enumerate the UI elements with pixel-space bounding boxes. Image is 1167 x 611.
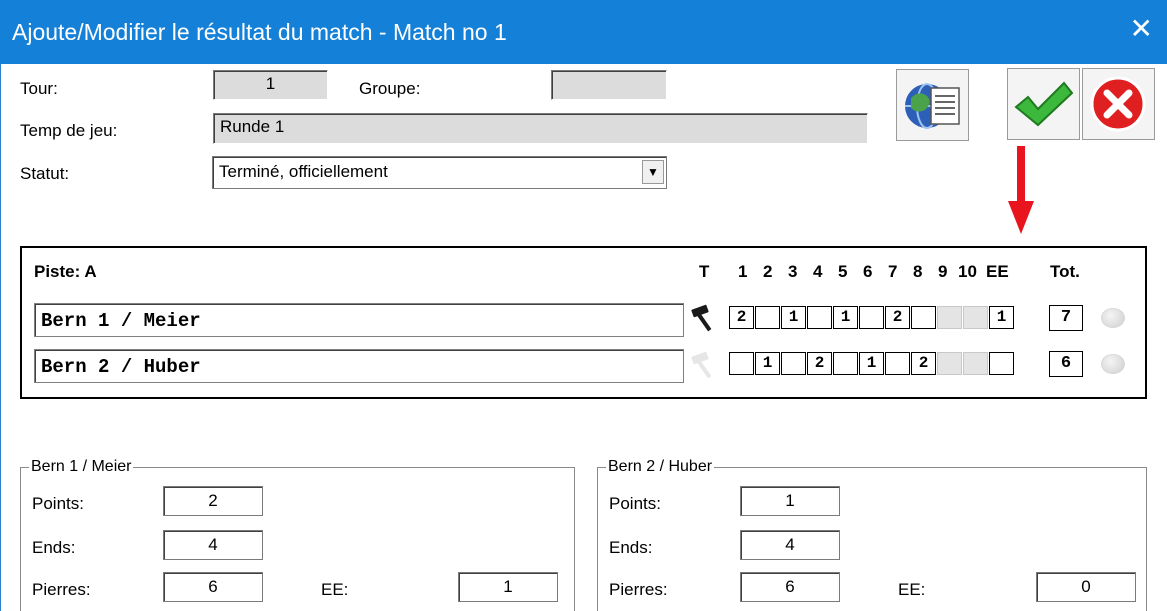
end-score-cell[interactable] <box>963 352 988 375</box>
end-header: 8 <box>913 262 923 281</box>
title-bar: Ajoute/Modifier le résultat du match - M… <box>0 0 1167 64</box>
hammer-icon[interactable] <box>690 304 716 332</box>
cancel-icon <box>1090 76 1146 132</box>
team2-ends-label: Ends: <box>609 538 653 557</box>
team1-points-field[interactable]: 2 <box>163 486 263 516</box>
team1-pierres-label: Pierres: <box>32 580 91 599</box>
end-score-cell[interactable] <box>781 352 806 375</box>
report-button[interactable] <box>896 69 969 141</box>
end-score-cell[interactable] <box>989 352 1014 375</box>
end-score-cell[interactable]: 1 <box>859 352 884 375</box>
groupe-field[interactable] <box>551 70 667 100</box>
team1-pierres-field[interactable]: 6 <box>163 572 263 602</box>
end-score-cell[interactable] <box>963 306 988 329</box>
end-score-cell[interactable]: 2 <box>807 352 832 375</box>
end-score-cell[interactable] <box>807 306 832 329</box>
team1-name-field[interactable]: Bern 1 / Meier <box>34 303 684 337</box>
end-score-cell[interactable]: 2 <box>885 306 910 329</box>
team1-ee-field[interactable]: 1 <box>458 572 558 602</box>
end-score-cell[interactable]: 1 <box>989 306 1014 329</box>
team1-legend: Bern 1 / Meier <box>31 458 132 475</box>
cancel-button[interactable] <box>1082 68 1155 140</box>
end-header: EE <box>986 262 1009 281</box>
end-header: 3 <box>788 262 798 281</box>
end-header: 5 <box>838 262 848 281</box>
globe-report-icon <box>905 83 960 129</box>
hammer-header: T <box>699 262 710 281</box>
team2-points-field[interactable]: 1 <box>740 486 840 516</box>
statut-select[interactable]: Terminé, officiellement ▼ <box>212 156 667 189</box>
team1-ee-label: EE: <box>321 580 349 599</box>
tour-field[interactable]: 1 <box>213 70 328 100</box>
total-header: Tot. <box>1050 262 1080 281</box>
end-header: 2 <box>763 262 773 281</box>
team1-ends-field[interactable]: 4 <box>163 530 263 560</box>
end-score-cell[interactable] <box>729 352 754 375</box>
end-score-cell[interactable] <box>911 306 936 329</box>
statut-value: Terminé, officiellement <box>219 162 388 181</box>
groupe-label: Groupe: <box>359 79 421 98</box>
close-icon[interactable]: ✕ <box>1130 14 1153 44</box>
team2-ends-field[interactable]: 4 <box>740 530 840 560</box>
team2-legend: Bern 2 / Huber <box>608 458 713 475</box>
team2-total[interactable]: 6 <box>1049 351 1083 377</box>
piste-title: Piste: A <box>34 262 97 281</box>
team1-total[interactable]: 7 <box>1049 305 1083 331</box>
end-score-cell[interactable] <box>937 306 962 329</box>
window-title: Ajoute/Modifier le résultat du match - M… <box>12 19 507 45</box>
team2-pierres-field[interactable]: 6 <box>740 572 840 602</box>
end-score-cell[interactable] <box>885 352 910 375</box>
team1-points-label: Points: <box>32 494 84 513</box>
tour-label: Tour: <box>20 79 58 98</box>
end-score-cell[interactable]: 1 <box>833 306 858 329</box>
team2-ee-label: EE: <box>898 580 926 599</box>
end-score-cell[interactable] <box>937 352 962 375</box>
end-score-cell[interactable] <box>859 306 884 329</box>
dropdown-arrow-icon[interactable]: ▼ <box>642 160 664 184</box>
scoreboard-panel: Piste: A T Tot. Bern 1 / Meier Bern 2 / … <box>20 246 1147 399</box>
end-header: 1 <box>738 262 748 281</box>
team2-name-field[interactable]: Bern 2 / Huber <box>34 349 684 383</box>
end-header: 6 <box>863 262 873 281</box>
hammer-inactive-icon[interactable] <box>690 351 716 379</box>
end-score-cell[interactable]: 2 <box>911 352 936 375</box>
statut-label: Statut: <box>20 164 70 183</box>
stone-icon <box>1101 308 1125 328</box>
end-score-cell[interactable]: 1 <box>755 352 780 375</box>
ok-button[interactable] <box>1007 68 1080 140</box>
end-header: 7 <box>888 262 898 281</box>
end-header: 10 <box>958 262 977 281</box>
stone-icon <box>1101 354 1125 374</box>
team2-points-label: Points: <box>609 494 661 513</box>
arrow-down-icon <box>1008 146 1034 234</box>
end-score-cell[interactable]: 2 <box>729 306 754 329</box>
checkmark-icon <box>1014 81 1074 127</box>
end-header: 9 <box>938 262 948 281</box>
team2-ee-field[interactable]: 0 <box>1036 572 1136 602</box>
end-score-cell[interactable] <box>833 352 858 375</box>
end-score-cell[interactable]: 1 <box>781 306 806 329</box>
end-score-cell[interactable] <box>755 306 780 329</box>
team1-ends-label: Ends: <box>32 538 76 557</box>
end-header: 4 <box>813 262 823 281</box>
temps-field[interactable]: Runde 1 <box>213 113 868 144</box>
temps-label: Temp de jeu: <box>20 121 118 140</box>
team2-pierres-label: Pierres: <box>609 580 668 599</box>
